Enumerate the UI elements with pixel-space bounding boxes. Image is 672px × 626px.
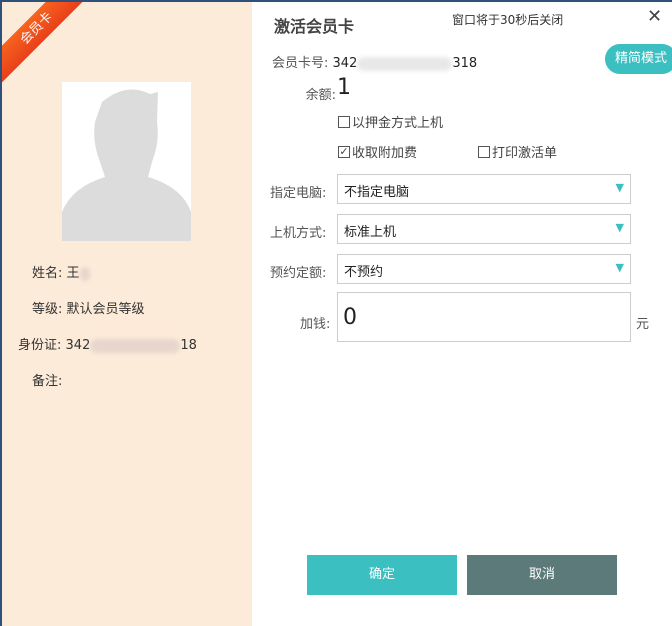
print-checkbox[interactable]: 打印激活单 [478, 142, 557, 161]
auto-close-timer: 窗口将于30秒后关闭 [452, 13, 564, 27]
cancel-button[interactable]: 取消 [467, 555, 617, 595]
name-row: 姓名: 王 [32, 262, 90, 281]
pc-value: 不指定电脑 [344, 185, 410, 200]
card-label: 会员卡号: [272, 56, 329, 71]
balance-label: 余额: [305, 88, 336, 103]
id-label: 身份证: [18, 338, 62, 353]
currency-unit: 元 [636, 317, 650, 332]
name-label: 姓名: [32, 266, 63, 281]
checkmark-icon: ✓ [338, 144, 350, 158]
pc-label: 指定电脑: [270, 186, 327, 201]
print-label: 打印激活单 [492, 146, 558, 161]
member-panel: 会员卡 姓名: 王 等级: 默认会员等级 身份证: 342 18 备注: [2, 2, 252, 626]
chevron-down-icon: ▼ [615, 181, 624, 194]
method-select[interactable]: 标准上机 ▼ [337, 214, 631, 244]
id-row: 身份证: 342 18 [18, 334, 197, 353]
add-money-label: 加钱: [300, 317, 331, 332]
reserve-select[interactable]: 不预约 ▼ [337, 254, 631, 284]
surcharge-label: 收取附加费 [352, 146, 418, 161]
method-value: 标准上机 [344, 225, 397, 240]
member-card-badge: 会员卡 [2, 2, 93, 85]
card-number-row: 会员卡号: 342 318 [272, 52, 477, 71]
activate-card-dialog: 会员卡 姓名: 王 等级: 默认会员等级 身份证: 342 18 备注: 激活会员… [2, 2, 672, 626]
chevron-down-icon: ▼ [615, 261, 624, 274]
note-label: 备注: [32, 374, 63, 389]
level-row: 等级: 默认会员等级 [32, 298, 145, 317]
deposit-label: 以押金方式上机 [352, 116, 444, 131]
simple-mode-button[interactable]: 精简模式 [605, 44, 672, 74]
close-icon[interactable]: ✕ [647, 6, 662, 27]
id-suffix: 18 [180, 338, 197, 353]
deposit-checkbox[interactable]: 以押金方式上机 [338, 112, 443, 131]
id-prefix: 342 [65, 338, 91, 353]
chevron-down-icon: ▼ [615, 221, 624, 234]
card-suffix: 318 [452, 56, 478, 71]
dialog-title: 激活会员卡 [274, 17, 355, 36]
level-label: 等级: [32, 302, 63, 317]
checkbox-icon [478, 145, 490, 158]
reserve-value: 不预约 [344, 265, 384, 280]
method-label: 上机方式: [270, 226, 327, 241]
add-money-input[interactable]: 0 [337, 292, 631, 342]
name-value: 王 [66, 266, 80, 281]
level-value: 默认会员等级 [66, 302, 145, 317]
pc-select[interactable]: 不指定电脑 ▼ [337, 174, 631, 204]
avatar [62, 82, 191, 241]
reserve-label: 预约定额: [270, 266, 327, 281]
balance-value: 1 [337, 75, 351, 100]
confirm-button[interactable]: 确定 [307, 555, 457, 595]
card-prefix: 342 [332, 56, 358, 71]
surcharge-checkbox[interactable]: ✓ 收取附加费 [338, 142, 417, 161]
checkbox-icon [338, 115, 350, 128]
